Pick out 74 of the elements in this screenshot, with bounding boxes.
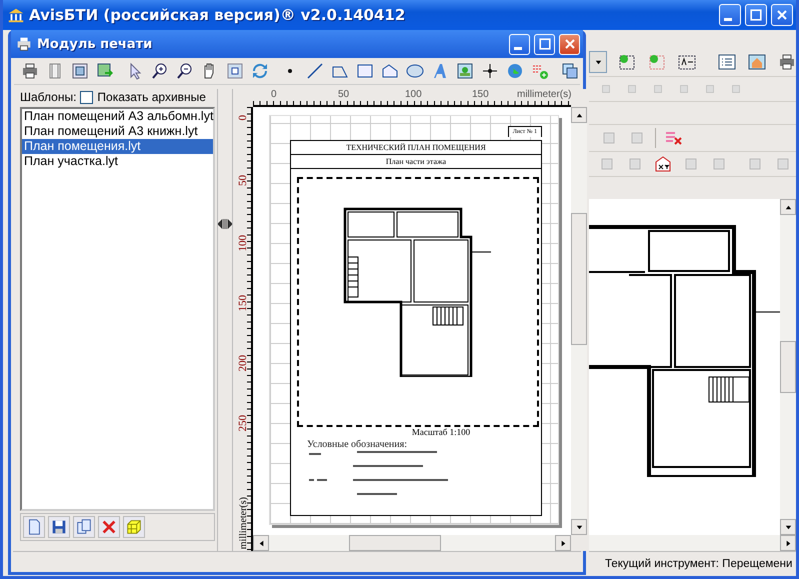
scroll-down-icon[interactable] [574, 522, 584, 532]
coordinates-icon[interactable] [653, 154, 673, 174]
window-title: Модуль печати [37, 36, 152, 52]
template-item[interactable]: План помещений А3 альбомн.lyt [22, 109, 213, 124]
maximize-button[interactable] [534, 34, 555, 54]
cube-button[interactable] [123, 516, 145, 538]
scroll-thumb[interactable] [349, 535, 441, 551]
dropdown-field[interactable] [589, 51, 607, 73]
ruler-label: 100 [237, 235, 249, 252]
legend-title: Условные обозначения: [307, 439, 408, 450]
checkbox[interactable] [80, 90, 94, 104]
cube-icon [125, 518, 143, 536]
horizontal-scrollbar[interactable] [589, 535, 796, 551]
save-button[interactable] [48, 516, 70, 538]
new-file-button[interactable] [23, 516, 45, 538]
scroll-right-icon[interactable] [558, 538, 568, 548]
minimize-icon [724, 18, 732, 21]
maximize-icon [748, 7, 764, 23]
close-button[interactable] [771, 4, 793, 26]
status-text: Текущий инструмент: Перещемени [605, 558, 792, 570]
scroll-right-icon[interactable] [784, 538, 792, 548]
delete-button[interactable] [98, 516, 120, 538]
template-item[interactable]: План помещения.lyt [22, 139, 213, 154]
group-icon[interactable] [560, 61, 580, 81]
ruler-label: 150 [237, 295, 249, 312]
list-icon[interactable] [717, 52, 737, 72]
ruler-label: 0 [271, 89, 278, 102]
minimize-icon [514, 47, 522, 50]
horizontal-scrollbar[interactable] [253, 535, 572, 551]
ruler-label: 250 [237, 415, 249, 432]
minimize-button[interactable] [509, 34, 530, 54]
maximize-button[interactable] [745, 4, 767, 26]
copy-button[interactable] [73, 516, 95, 538]
maximize-icon [536, 36, 552, 52]
close-button[interactable] [559, 34, 580, 54]
building-icon [7, 6, 25, 24]
globe-icon[interactable] [505, 61, 525, 81]
printer-icon[interactable] [20, 61, 40, 81]
template-item[interactable]: План помещений А3 книжн.lyt [22, 124, 213, 139]
scale-label: Масштаб 1:100 [410, 427, 472, 437]
image-icon[interactable] [455, 61, 475, 81]
vertical-scrollbar[interactable] [571, 107, 588, 535]
resize-arrows-icon[interactable] [218, 219, 232, 229]
scroll-down-icon[interactable] [784, 522, 792, 532]
printer-icon [15, 35, 33, 53]
plan-title: ТЕХНИЧЕСКИЙ ПЛАН ПОМЕЩЕНИЯ [291, 141, 541, 155]
ruler-label: 200 [237, 355, 249, 372]
ruler-label: 100 [405, 89, 423, 102]
minimize-button[interactable] [719, 4, 741, 26]
printer-icon[interactable] [777, 52, 797, 72]
refresh-icon[interactable] [250, 61, 270, 81]
scroll-thumb[interactable] [780, 341, 796, 393]
vertical-scrollbar[interactable] [780, 199, 796, 535]
delete-icon [100, 518, 118, 536]
selection-frame[interactable] [297, 177, 539, 427]
house-icon[interactable] [747, 52, 767, 72]
plan-subtitle: План части этажа [291, 155, 541, 169]
ruler-label: 50 [237, 175, 249, 186]
copy-icon [75, 518, 93, 536]
fit-page-icon[interactable] [225, 61, 245, 81]
window-title: AvisБТИ (российская версия)® v2.0.140412 [29, 6, 406, 24]
ruler-label: 0 [237, 115, 249, 120]
save-icon [50, 518, 68, 536]
templates-label: Шаблоны: [20, 90, 76, 104]
ruler-unit: millimeter(s) [238, 496, 248, 549]
page-frame-icon[interactable] [70, 61, 90, 81]
ruler-unit: millimeter(s) [517, 89, 572, 102]
template-item[interactable]: План участка.lyt [22, 154, 213, 169]
checkbox-label: Показать архивные [97, 90, 206, 104]
scroll-thumb[interactable] [571, 213, 588, 345]
line-icon[interactable] [305, 61, 325, 81]
add-room-icon[interactable] [617, 52, 637, 72]
ruler-label: 50 [338, 89, 350, 102]
caret-icon [594, 58, 602, 66]
